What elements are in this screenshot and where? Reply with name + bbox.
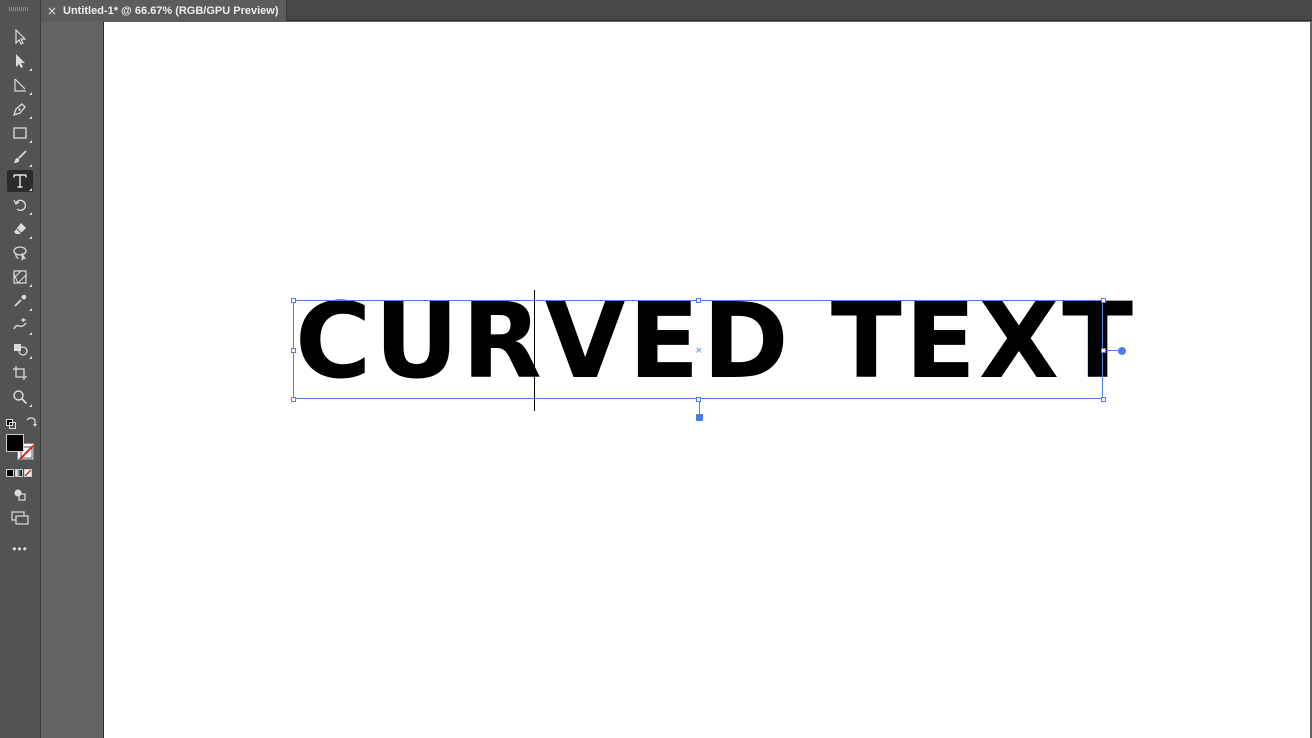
rotate-tool-icon[interactable] [7, 194, 33, 216]
drawing-mode-icon[interactable] [7, 484, 33, 506]
selection-tool-icon[interactable] [7, 26, 33, 48]
edit-toolbar-button[interactable]: ••• [7, 538, 33, 560]
line-segment-tool-icon[interactable] [7, 74, 33, 96]
eyedropper-tool-icon[interactable] [7, 290, 33, 312]
handle-top-left[interactable] [291, 298, 296, 303]
type-tool-icon[interactable] [7, 170, 33, 192]
handle-top-right[interactable] [1101, 298, 1106, 303]
color-mode-swatches [6, 469, 34, 478]
free-transform-tool-icon[interactable] [7, 266, 33, 288]
shape-type-widget-handle[interactable] [696, 414, 703, 421]
eraser-tool-icon[interactable] [7, 218, 33, 240]
default-colors-icon[interactable] [6, 416, 16, 429]
paintbrush-tool-icon[interactable] [7, 146, 33, 168]
fill-color-swatch[interactable] [6, 434, 24, 452]
swap-colors-icon[interactable] [25, 415, 37, 427]
zoom-tool-icon[interactable] [7, 386, 33, 408]
type-on-path-connector [699, 401, 700, 415]
tools-panel: ••• [0, 0, 41, 738]
tab-close-icon[interactable]: × [41, 4, 63, 18]
panel-grip[interactable] [9, 7, 29, 11]
document-tab[interactable]: × Untitled-1* @ 66.67% (RGB/GPU Preview) [41, 0, 287, 21]
center-point-icon: × [695, 346, 703, 356]
width-tool-icon[interactable] [7, 314, 33, 336]
color-mode-none-icon[interactable] [24, 469, 32, 477]
handle-middle-left[interactable] [291, 348, 296, 353]
color-mode-solid-icon[interactable] [6, 469, 14, 477]
lasso-tool-icon[interactable] [7, 242, 33, 264]
text-insertion-caret [534, 290, 535, 411]
color-mode-gradient-icon[interactable] [15, 469, 23, 477]
handle-top-center[interactable] [696, 298, 701, 303]
direct-selection-tool-icon[interactable] [7, 50, 33, 72]
screen-mode-icon[interactable] [7, 507, 33, 529]
handle-bottom-left[interactable] [291, 397, 296, 402]
pen-tool-icon[interactable] [7, 98, 33, 120]
artboard-tool-icon[interactable] [7, 362, 33, 384]
more-tools-label: ••• [12, 542, 28, 556]
handle-bottom-right[interactable] [1101, 397, 1106, 402]
document-tab-title: Untitled-1* @ 66.67% (RGB/GPU Preview) [63, 4, 279, 17]
rectangle-tool-icon[interactable] [7, 122, 33, 144]
text-out-port-handle[interactable] [1118, 347, 1126, 355]
shape-builder-tool-icon[interactable] [7, 338, 33, 360]
